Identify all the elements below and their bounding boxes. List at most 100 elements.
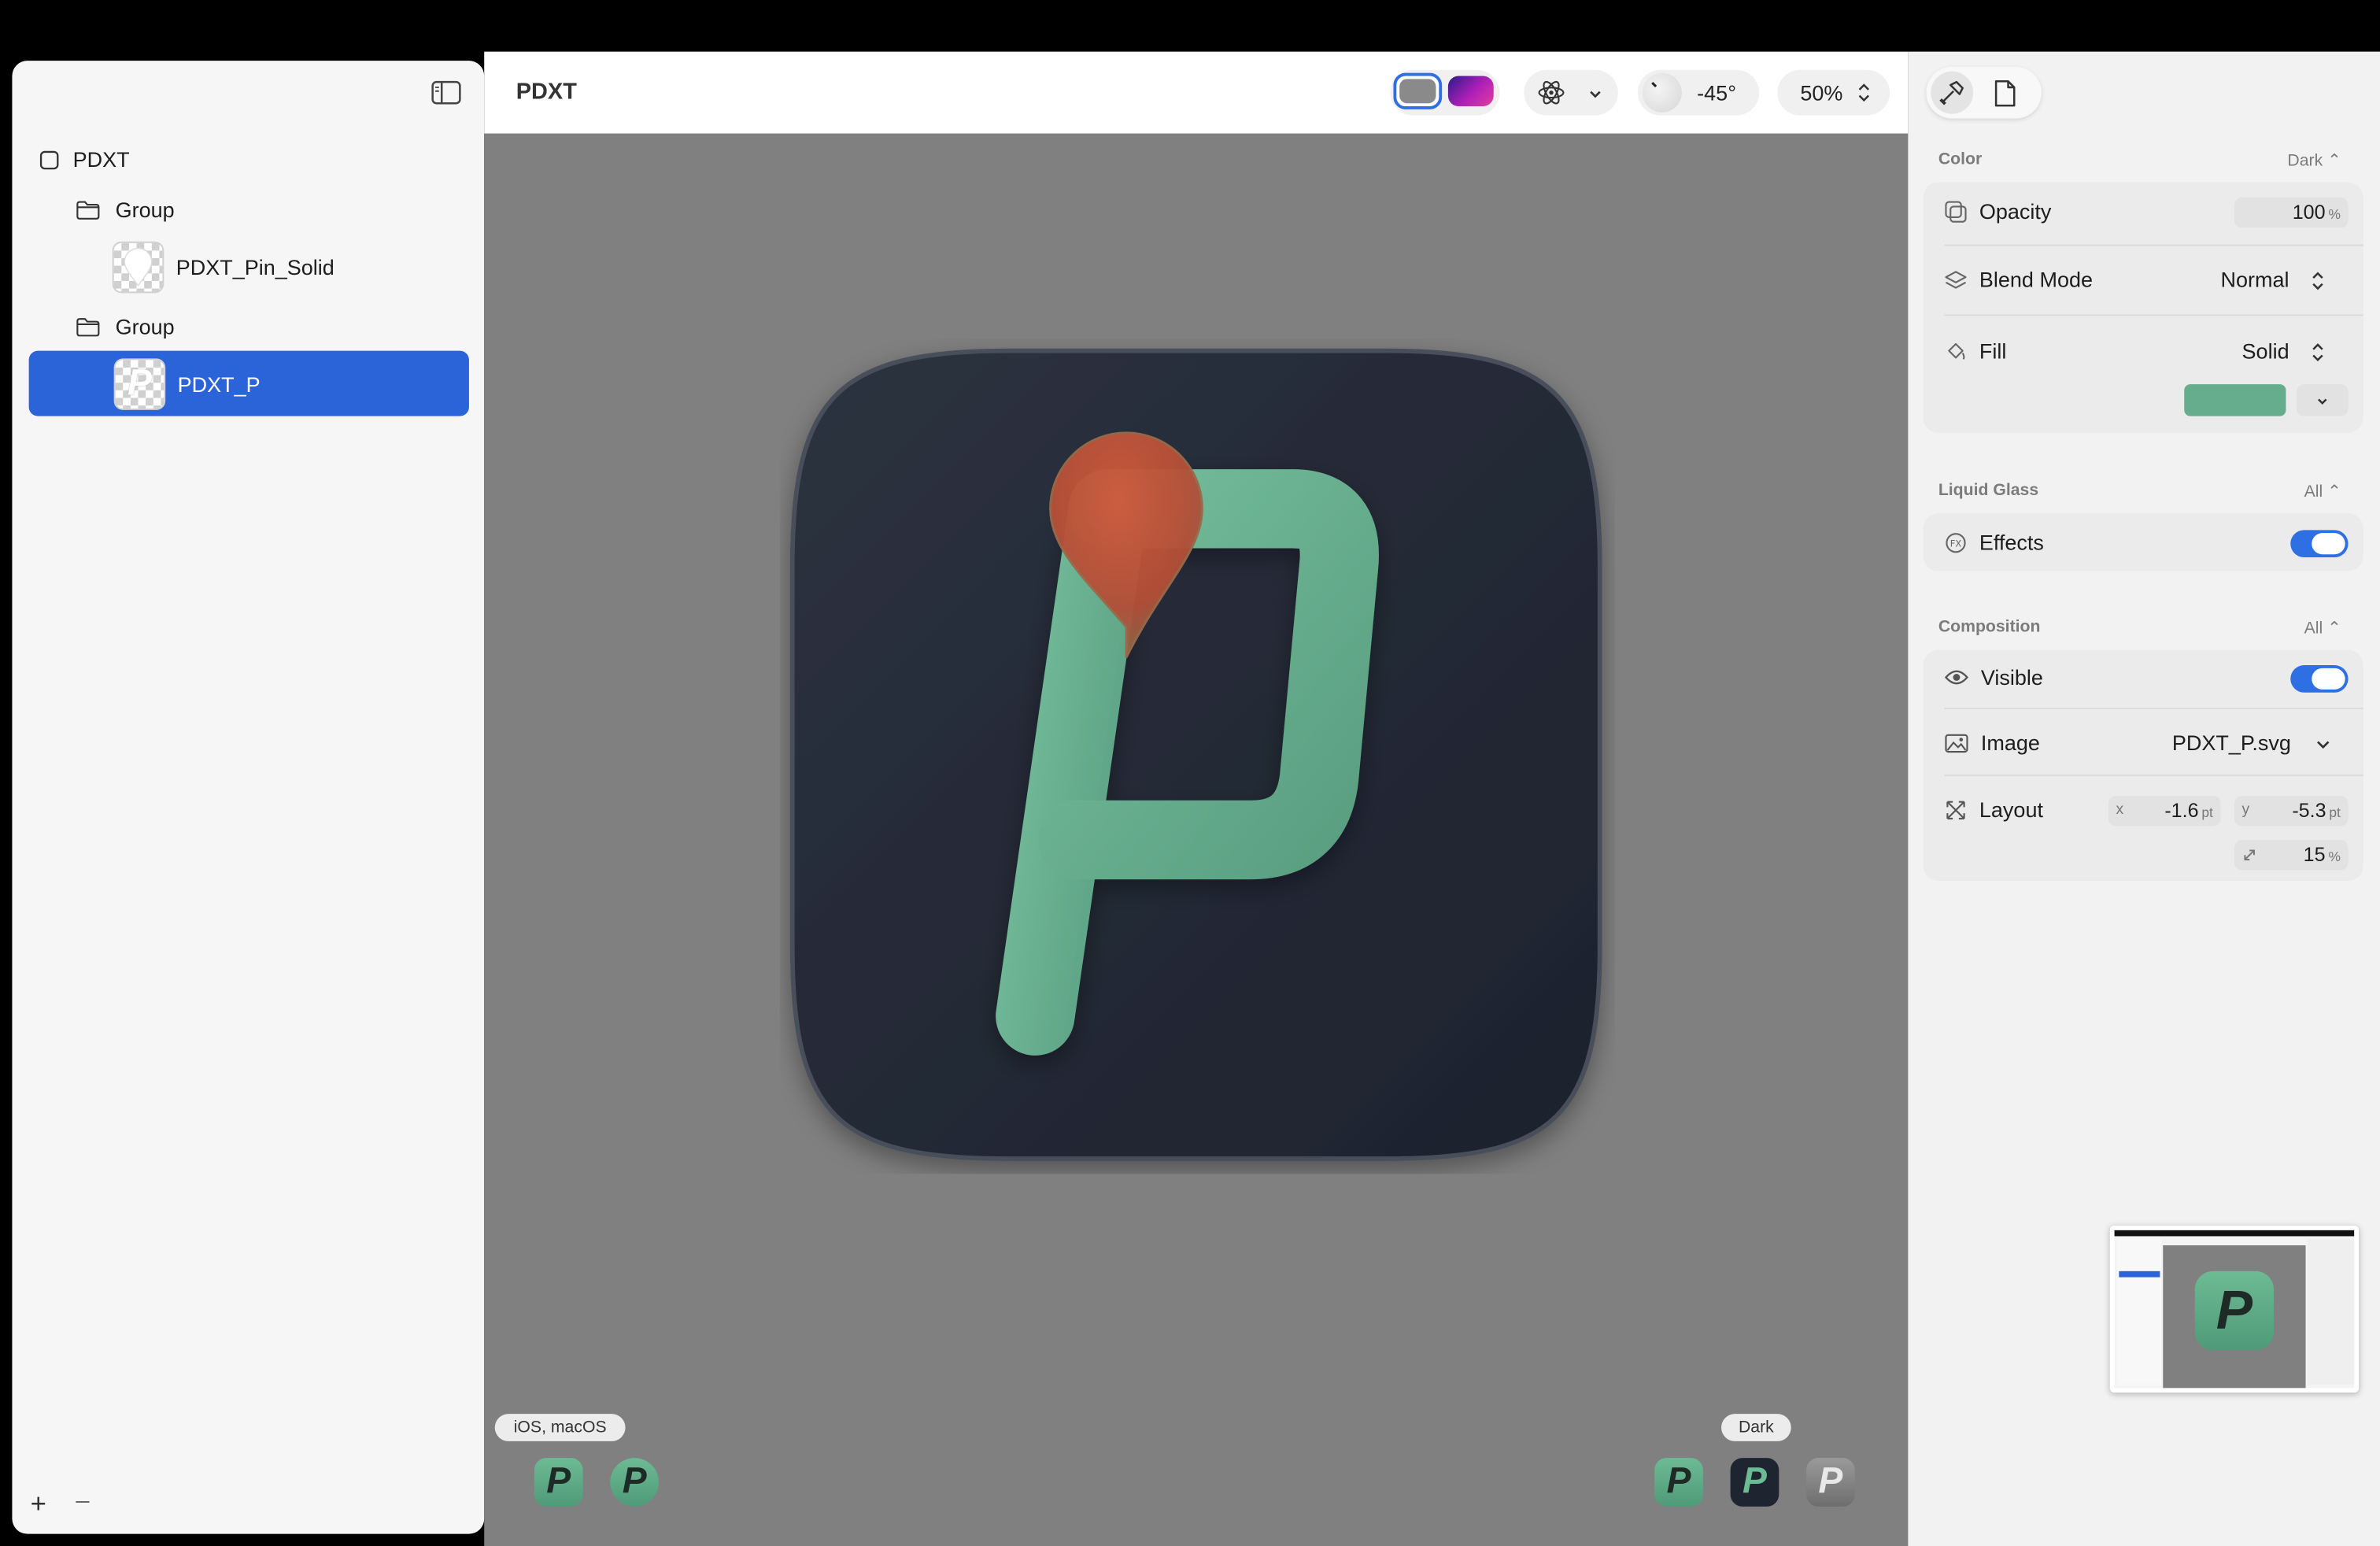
image-label: Image [1980, 730, 2040, 755]
add-layer-button[interactable]: + [31, 1489, 46, 1521]
stepper-icon [2312, 343, 2323, 362]
atom-icon[interactable] [1536, 79, 1567, 113]
zoom-control[interactable]: 50% [1777, 69, 1890, 116]
visible-toggle[interactable] [2290, 665, 2349, 693]
document-icon[interactable] [1993, 79, 2017, 115]
document-title: PDXT [516, 79, 577, 105]
fx-icon: FX [1946, 532, 1966, 553]
blend-mode-value: Normal [2220, 267, 2289, 292]
mono-icon-preview[interactable]: P [1806, 1458, 1855, 1507]
liquid-glass-title: Liquid Glass [1938, 481, 2039, 500]
platform-label: iOS, macOS [494, 1414, 626, 1441]
layer-p-selected[interactable]: P PDXT_P [28, 350, 469, 416]
remove-layer-button[interactable]: – [76, 1489, 89, 1516]
composition-title: Composition [1938, 618, 2041, 637]
effects-label: Effects [1979, 530, 2044, 555]
eye-icon [1944, 670, 1969, 685]
zoom-value: 50% [1800, 80, 1843, 105]
fill-color-swatch[interactable] [2184, 384, 2286, 416]
layer-group-1-label: Group [115, 197, 175, 222]
light-icon-preview[interactable]: P [1654, 1458, 1703, 1507]
image-value: PDXT_P.svg [2171, 730, 2291, 755]
chevron-down-icon [2318, 398, 2327, 405]
layer-root[interactable]: PDXT [39, 146, 130, 173]
angle-dial-icon [1642, 72, 1682, 113]
visible-row: Visible [1944, 665, 2043, 690]
photo-icon [1945, 733, 1968, 753]
angle-value: -45° [1697, 80, 1737, 105]
canvas-toolbar: PDXT -45° 50% [484, 51, 1909, 134]
fill-type-select[interactable]: Solid [2242, 338, 2326, 363]
appearance-switcher [1390, 69, 1500, 116]
visible-label: Visible [1980, 665, 2043, 690]
layer-p-label: PDXT_P [177, 372, 261, 397]
opacity-unit: % [2328, 206, 2341, 222]
svg-text:FX: FX [1950, 538, 1962, 549]
opacity-label: Opacity [1979, 198, 2052, 224]
layout-y-unit: pt [2329, 804, 2341, 820]
p-letter-icon: P [127, 363, 152, 405]
scale-icon [2244, 849, 2255, 860]
color-scope-value: Dark [2287, 151, 2323, 171]
stepper-icon [2312, 272, 2323, 290]
composition-scope-selector[interactable]: All ⌃ [2304, 618, 2341, 638]
layout-scale-unit: % [2328, 849, 2341, 864]
chevron-down-icon [2317, 742, 2330, 749]
composition-scope-value: All [2304, 620, 2323, 638]
resize-arrows-icon [1946, 800, 1965, 819]
layers-sidebar: PDXT Group PDXT_Pin_Solid Group P PDXT_P [12, 61, 485, 1534]
liquid-glass-card: FX Effects [1923, 513, 2363, 571]
color-scope-selector[interactable]: Dark ⌃ [2287, 150, 2341, 170]
window-minimap[interactable]: P [2109, 1225, 2360, 1393]
fill-row: Fill [1945, 338, 2007, 364]
folder-icon [76, 200, 100, 219]
image-select[interactable]: PDXT_P.svg [2172, 730, 2332, 755]
layout-scale-value: 15 [2303, 842, 2326, 866]
layer-pin-solid[interactable]: PDXT_Pin_Solid [112, 240, 334, 294]
chevron-down-icon[interactable] [1586, 83, 1604, 111]
opacity-row: Opacity [1945, 198, 2052, 224]
square-icon [39, 150, 59, 169]
canvas[interactable]: iOS, macOS P P Dark P P P [484, 133, 1909, 1546]
layer-thumbnail: P [113, 358, 166, 410]
color-card: Opacity 100% Blend Mode Normal Fill Soli… [1923, 182, 2363, 433]
layout-label: Layout [1979, 797, 2043, 822]
inspector-tabs [1926, 66, 2042, 119]
image-row: Image [1945, 730, 2040, 755]
layer-root-label: PDXT [72, 147, 130, 172]
ios-icon-preview-1[interactable]: P [534, 1458, 583, 1507]
layout-x-field[interactable]: x -1.6 pt [2108, 795, 2221, 827]
effects-toggle[interactable] [2290, 530, 2349, 558]
blend-mode-select[interactable]: Normal [2221, 268, 2326, 292]
app-window: PDXT Group PDXT_Pin_Solid Group P PDXT_P [0, 0, 2380, 1546]
sidebar-toggle-icon[interactable] [431, 80, 462, 113]
layer-group-2[interactable]: Group [76, 313, 175, 340]
layout-y-value: -5.3 [2292, 798, 2326, 822]
effects-menu [1524, 69, 1618, 116]
liquid-glass-scope-value: All [2304, 483, 2323, 501]
pin-shape-icon [124, 247, 153, 287]
opacity-field[interactable]: 100% [2234, 197, 2349, 228]
macos-icon-preview[interactable]: P [610, 1458, 660, 1507]
appearance-tinted-button[interactable] [1447, 76, 1494, 107]
stepper-icon [1857, 82, 1872, 111]
liquid-glass-scope-selector[interactable]: All ⌃ [2304, 482, 2341, 501]
hammer-icon[interactable] [1931, 71, 1974, 114]
fill-color-menu[interactable] [2296, 384, 2349, 416]
app-icon-preview [789, 348, 1602, 1161]
blend-mode-row: Blend Mode [1945, 268, 2093, 291]
fill-label: Fill [1979, 338, 2007, 364]
opacity-icon [1945, 200, 1967, 222]
light-angle-control[interactable]: -45° [1637, 69, 1760, 116]
fill-type-value: Solid [2241, 338, 2289, 364]
layers-icon [1945, 270, 1967, 288]
layer-group-1[interactable]: Group [76, 196, 175, 224]
layout-row: Layout [1945, 797, 2043, 822]
dark-icon-preview[interactable]: P [1730, 1458, 1779, 1507]
folder-icon [76, 317, 100, 336]
layout-y-field[interactable]: y -5.3 pt [2234, 795, 2349, 827]
appearance-label: Dark [1721, 1414, 1791, 1441]
effects-row: FX Effects [1945, 530, 2044, 554]
layout-scale-field[interactable]: 15% [2234, 839, 2349, 871]
appearance-default-button[interactable] [1393, 72, 1443, 109]
